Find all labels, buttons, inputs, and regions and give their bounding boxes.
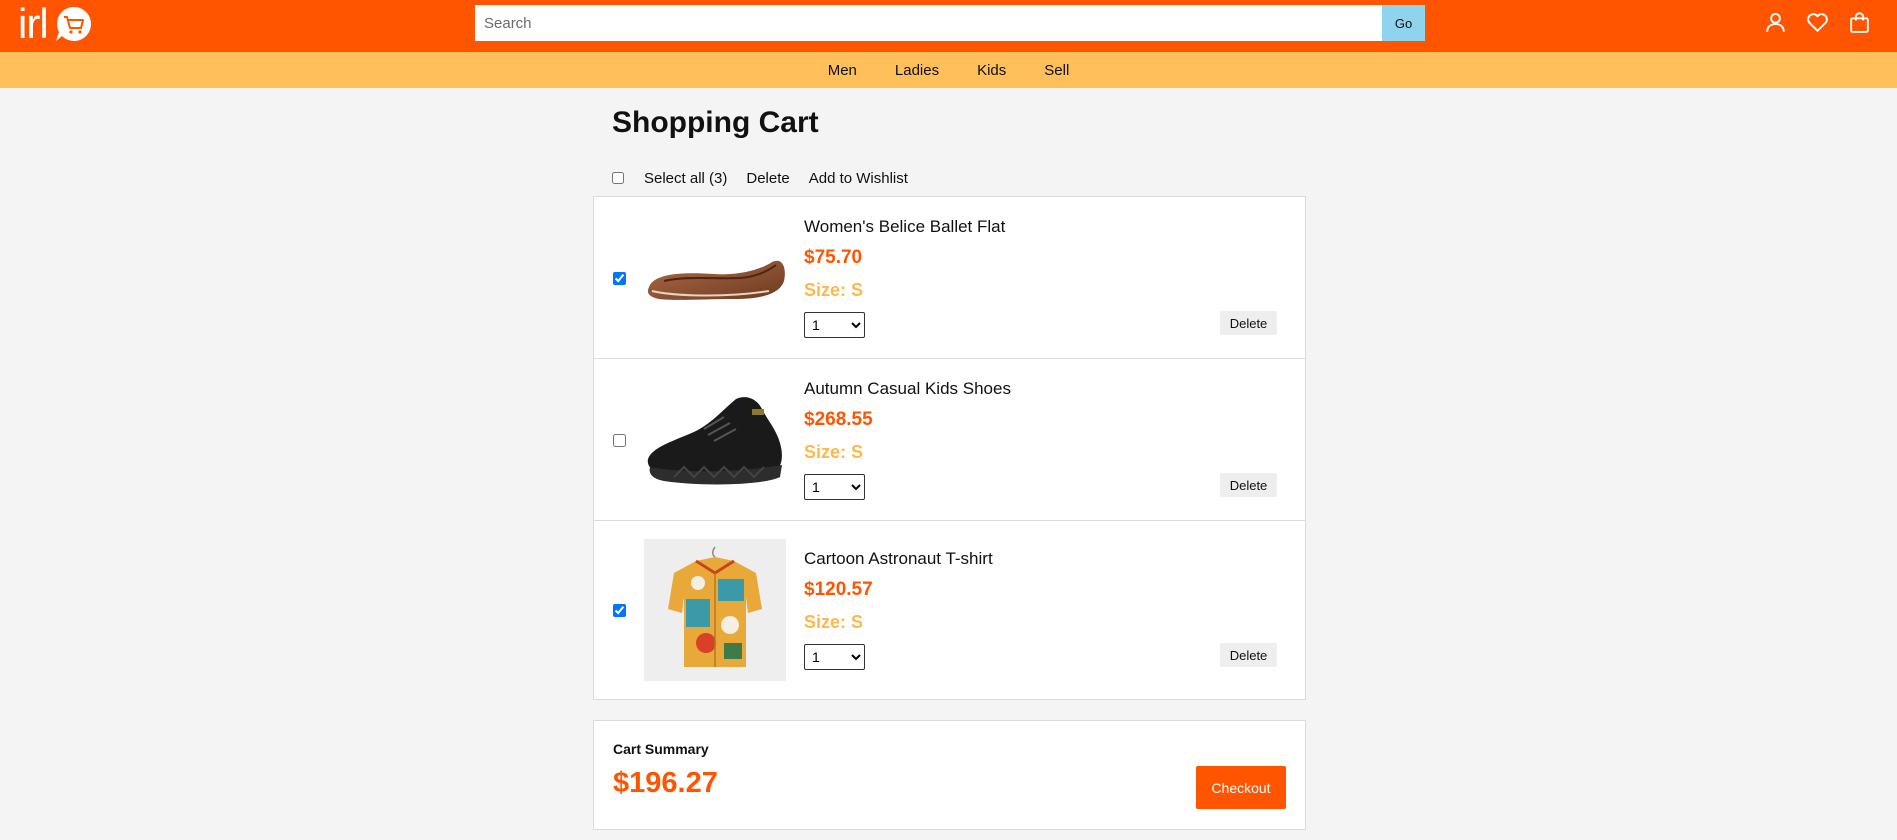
sneaker-icon — [647, 397, 782, 485]
logo-text: irl — [18, 0, 49, 47]
ballet-flat-icon — [647, 260, 785, 300]
item-checkbox[interactable] — [613, 604, 626, 617]
item-name[interactable]: Women's Belice Ballet Flat — [804, 217, 1005, 237]
item-checkbox[interactable] — [613, 272, 626, 285]
category-nav: Men Ladies Kids Sell — [0, 52, 1897, 88]
select-all-checkbox[interactable] — [612, 172, 624, 184]
shirt-image[interactable] — [644, 539, 786, 681]
sneaker-image[interactable] — [644, 369, 786, 511]
cart-total: $196.27 — [613, 767, 718, 799]
heart-icon[interactable] — [1805, 10, 1830, 35]
search-input[interactable] — [475, 5, 1382, 41]
page-title: Shopping Cart — [612, 106, 819, 139]
item-name[interactable]: Autumn Casual Kids Shoes — [804, 379, 1011, 399]
cart-summary-label: Cart Summary — [613, 741, 709, 757]
checkout-button[interactable]: Checkout — [1196, 766, 1286, 809]
bulk-delete-link[interactable]: Delete — [746, 170, 789, 187]
shirt-icon — [668, 546, 762, 667]
cart-item: Autumn Casual Kids Shoes $268.55 Size: S… — [594, 359, 1305, 521]
item-price: $268.55 — [804, 409, 873, 430]
logo[interactable]: irl — [18, 0, 92, 52]
item-name[interactable]: Cartoon Astronaut T-shirt — [804, 549, 993, 569]
user-icon[interactable] — [1763, 10, 1788, 35]
add-to-wishlist-link[interactable]: Add to Wishlist — [809, 170, 908, 187]
quantity-select[interactable]: 1 — [804, 312, 865, 338]
category-link-men[interactable]: Men — [809, 62, 876, 79]
item-checkbox[interactable] — [613, 434, 626, 447]
item-delete-button[interactable]: Delete — [1220, 643, 1277, 667]
category-link-sell[interactable]: Sell — [1025, 62, 1088, 79]
item-price: $75.70 — [804, 247, 863, 268]
item-delete-button[interactable]: Delete — [1220, 473, 1277, 497]
quantity-select[interactable]: 1 — [804, 474, 865, 500]
cart-item: Cartoon Astronaut T-shirt $120.57 Size: … — [594, 521, 1305, 699]
quantity-select[interactable]: 1 — [804, 644, 865, 670]
cart-bubble-icon — [55, 6, 91, 42]
bag-icon[interactable] — [1847, 10, 1872, 35]
cart-summary: Cart Summary $196.27 Checkout — [593, 720, 1306, 830]
item-delete-button[interactable]: Delete — [1220, 311, 1277, 335]
category-link-kids[interactable]: Kids — [958, 62, 1025, 79]
bulk-actions: Select all (3) Delete Add to Wishlist — [612, 168, 927, 188]
item-price: $120.57 — [804, 579, 873, 600]
ballet-flat-image[interactable] — [644, 207, 786, 349]
cart-list: Women's Belice Ballet Flat $75.70 Size: … — [593, 196, 1306, 700]
cart-item: Women's Belice Ballet Flat $75.70 Size: … — [594, 197, 1305, 359]
header-icons — [1763, 0, 1872, 44]
item-size: Size: S — [804, 442, 864, 462]
select-all-label[interactable]: Select all (3) — [644, 170, 727, 187]
search-bar: Go — [475, 5, 1425, 41]
category-link-ladies[interactable]: Ladies — [876, 62, 958, 79]
search-go-button[interactable]: Go — [1382, 5, 1425, 41]
item-size: Size: S — [804, 612, 864, 632]
item-size: Size: S — [804, 280, 864, 300]
top-bar: irl Go — [0, 0, 1897, 52]
